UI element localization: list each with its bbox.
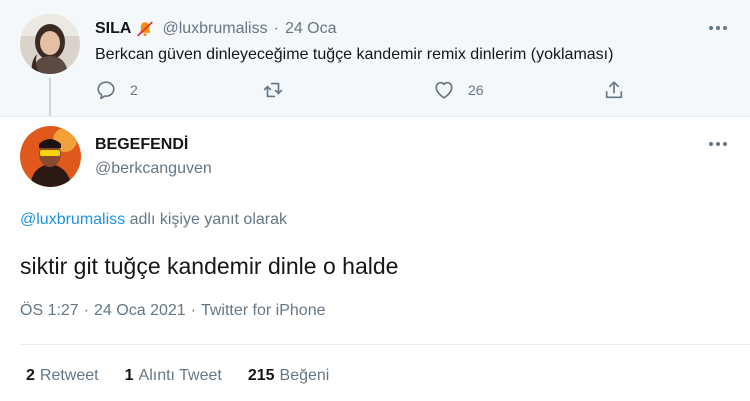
tweet-source[interactable]: Twitter for iPhone: [201, 302, 326, 319]
replying-to: @luxbrumaliss adlı kişiye yanıt olarak: [20, 211, 287, 229]
parent-display-name[interactable]: SILA: [95, 20, 131, 38]
thread-connector-line: [49, 78, 51, 116]
quote-tweet-stat[interactable]: 1 Alıntı Tweet: [125, 367, 222, 385]
main-tweet-text: siktir git tuğçe kandemir dinle o halde: [20, 253, 399, 279]
share-icon: [605, 81, 623, 99]
like-stat[interactable]: 215 Beğeni: [248, 367, 330, 385]
retweet-stat-label: Retweet: [39, 367, 99, 384]
reply-to-handle-link[interactable]: @luxbrumaliss: [20, 211, 125, 228]
share-button[interactable]: [603, 79, 625, 101]
retweet-button[interactable]: [262, 79, 284, 101]
tweet-time[interactable]: ÖS 1:27: [20, 302, 79, 319]
reply-button[interactable]: 2: [95, 79, 138, 101]
parent-action-bar: 2 26: [95, 79, 635, 103]
mute-bell-icon: [136, 20, 154, 38]
meta-separator: ·: [83, 302, 90, 319]
parent-tweet[interactable]: SILA @luxbrumaliss · 24 Oca Berkcan güve…: [0, 0, 750, 117]
retweet-stat-count: 2: [26, 367, 35, 384]
main-display-name[interactable]: BEGEFENDİ: [95, 136, 188, 154]
header-separator: ·: [273, 20, 279, 37]
retweet-stat[interactable]: 2 Retweet: [26, 367, 99, 385]
like-stat-label: Beğeni: [279, 367, 330, 384]
like-count: 26: [468, 82, 484, 98]
tweet-date[interactable]: 24 Oca 2021: [94, 302, 186, 319]
parent-header: SILA @luxbrumaliss · 24 Oca: [95, 18, 337, 40]
like-heart-icon: [435, 81, 453, 99]
engagement-stats: 2 Retweet 1 Alıntı Tweet 215 Beğeni: [26, 367, 355, 385]
parent-date[interactable]: 24 Oca: [285, 20, 337, 38]
retweet-icon: [263, 82, 283, 98]
reply-icon: [97, 81, 115, 100]
main-handle[interactable]: @berkcanguven: [95, 160, 212, 178]
parent-handle[interactable]: @luxbrumaliss: [162, 20, 267, 38]
like-button[interactable]: 26: [433, 79, 484, 101]
quote-stat-count: 1: [124, 367, 134, 384]
parent-avatar[interactable]: [20, 14, 80, 74]
reply-count: 2: [130, 82, 138, 98]
meta-separator: ·: [190, 302, 196, 319]
more-options-icon[interactable]: [709, 26, 727, 30]
tweet-meta: ÖS 1:27 · 24 Oca 2021 · Twitter for iPhone: [20, 302, 325, 320]
parent-tweet-text: Berkcan güven dinleyeceğime tuğçe kandem…: [95, 46, 614, 63]
reply-to-label: adlı kişiye yanıt olarak: [125, 211, 288, 228]
quote-stat-label: Alıntı Tweet: [138, 367, 222, 384]
main-avatar[interactable]: [20, 126, 81, 187]
like-stat-count: 215: [247, 367, 275, 384]
divider: [20, 344, 750, 345]
more-options-icon[interactable]: [709, 142, 727, 146]
